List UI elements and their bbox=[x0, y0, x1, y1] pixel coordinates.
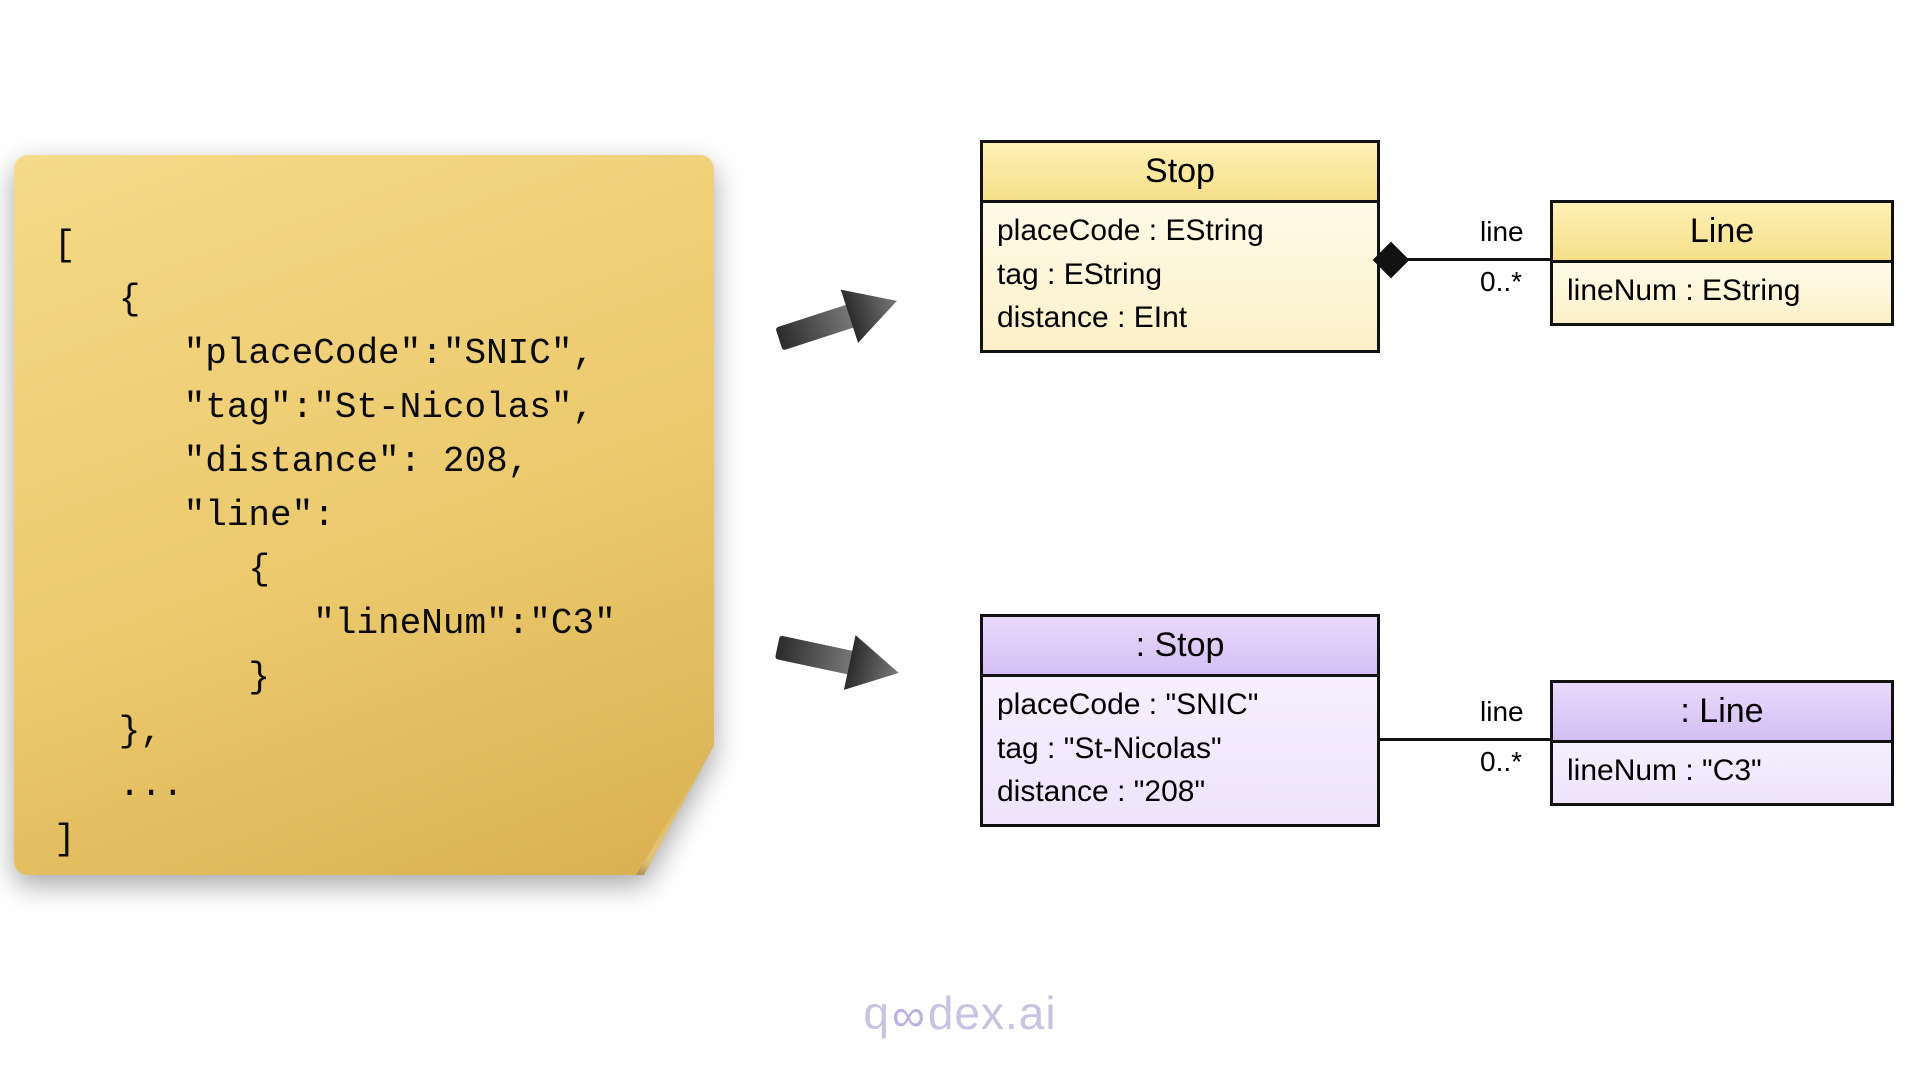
watermark-prefix: q bbox=[863, 986, 890, 1040]
object-stop-title: : Stop bbox=[983, 617, 1377, 677]
object-line-box: : Line lineNum : "C3" bbox=[1550, 680, 1894, 806]
json-note-surface: [ { "placeCode":"SNIC", "tag":"St-Nicola… bbox=[14, 155, 714, 875]
watermark-suffix: dex.ai bbox=[928, 986, 1057, 1040]
arrow-to-object-icon bbox=[768, 620, 908, 700]
json-code: [ { "placeCode":"SNIC", "tag":"St-Nicola… bbox=[54, 219, 680, 867]
infinity-icon: ∞ bbox=[892, 988, 926, 1042]
class-stop-attr: tag : EString bbox=[997, 253, 1363, 297]
object-line-attr: lineNum : "C3" bbox=[1567, 749, 1877, 793]
class-stop-title: Stop bbox=[983, 143, 1377, 203]
object-stop-attr: tag : "St-Nicolas" bbox=[997, 727, 1363, 771]
object-stop-box: : Stop placeCode : "SNIC" tag : "St-Nico… bbox=[980, 614, 1380, 827]
class-line-title: Line bbox=[1553, 203, 1891, 263]
class-line-body: lineNum : EString bbox=[1553, 263, 1891, 323]
watermark: q ∞ dex.ai bbox=[863, 986, 1056, 1040]
class-stop-body: placeCode : EString tag : EString distan… bbox=[983, 203, 1377, 350]
object-stop-attr: placeCode : "SNIC" bbox=[997, 683, 1363, 727]
object-line-title: : Line bbox=[1553, 683, 1891, 743]
class-stop-attr: distance : EInt bbox=[997, 296, 1363, 340]
object-line-body: lineNum : "C3" bbox=[1553, 743, 1891, 803]
class-line-attr: lineNum : EString bbox=[1567, 269, 1877, 313]
object-stop-body: placeCode : "SNIC" tag : "St-Nicolas" di… bbox=[983, 677, 1377, 824]
class-assoc-multiplicity: 0..* bbox=[1480, 266, 1522, 298]
object-stop-attr: distance : "208" bbox=[997, 770, 1363, 814]
class-stop-attr: placeCode : EString bbox=[997, 209, 1363, 253]
object-assoc-multiplicity: 0..* bbox=[1480, 746, 1522, 778]
class-assoc-role: line bbox=[1480, 216, 1524, 248]
json-note: [ { "placeCode":"SNIC", "tag":"St-Nicola… bbox=[14, 155, 714, 875]
diagram-canvas: [ { "placeCode":"SNIC", "tag":"St-Nicola… bbox=[0, 0, 1920, 1080]
class-line-box: Line lineNum : EString bbox=[1550, 200, 1894, 326]
object-assoc-line bbox=[1380, 738, 1550, 741]
object-assoc-role: line bbox=[1480, 696, 1524, 728]
class-stop-box: Stop placeCode : EString tag : EString d… bbox=[980, 140, 1380, 353]
arrow-to-class-icon bbox=[768, 280, 908, 360]
